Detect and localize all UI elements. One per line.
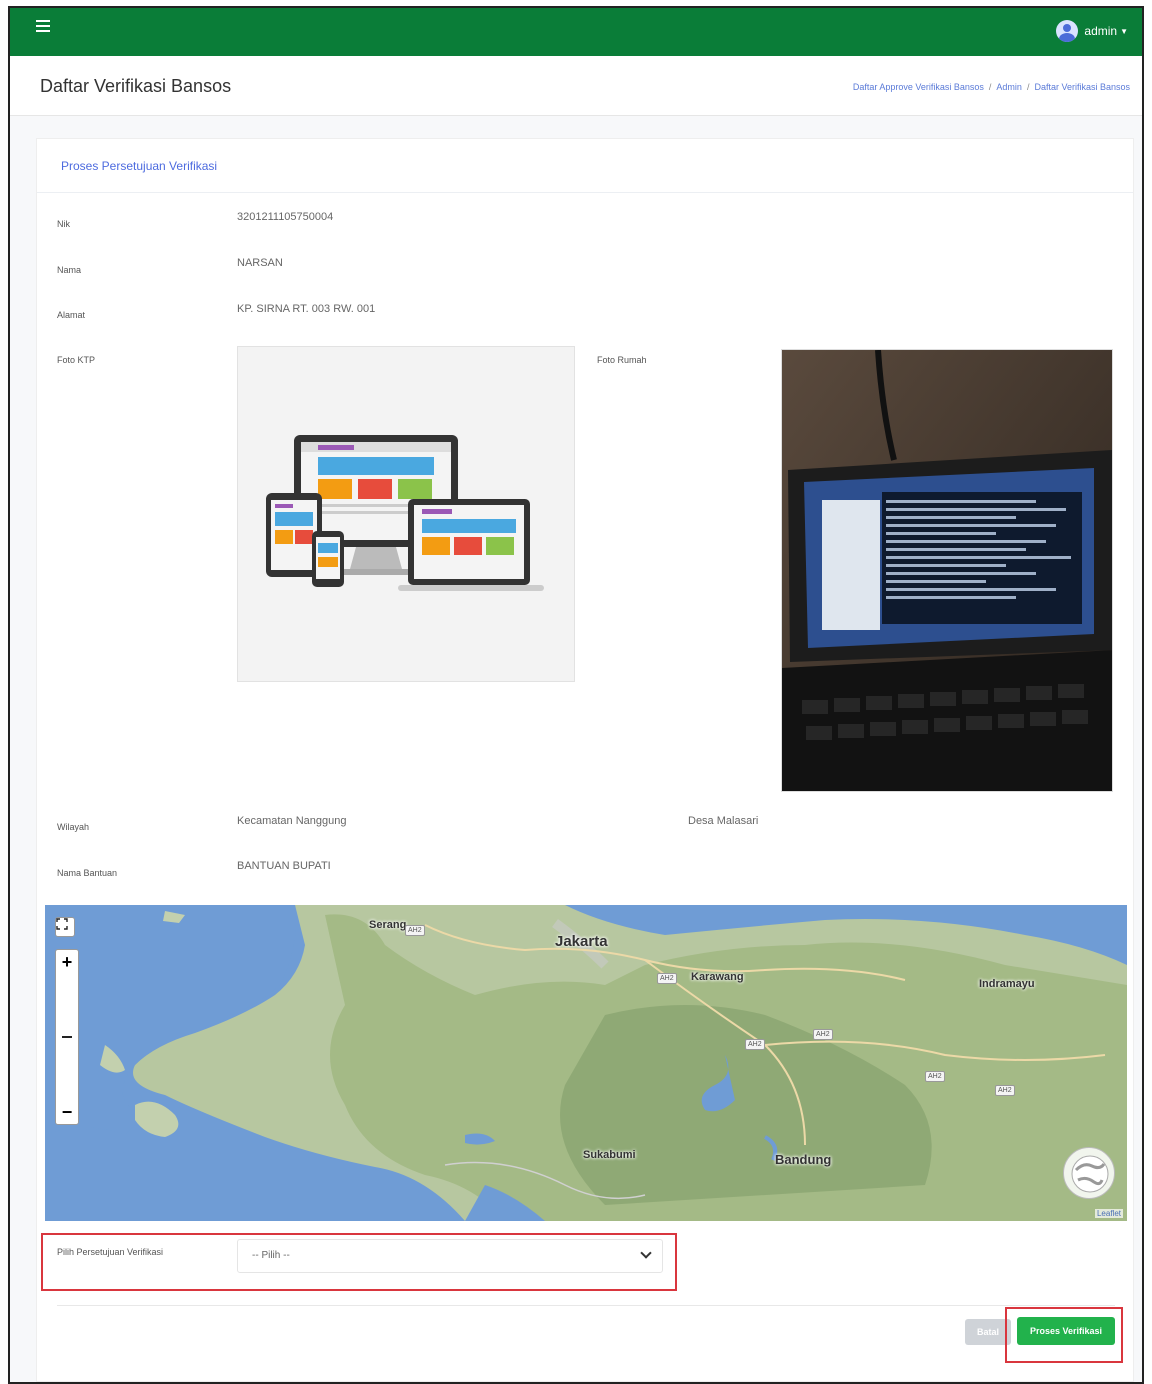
nama-label: Nama [57, 265, 82, 275]
map-place-bandung: Bandung [775, 1152, 832, 1167]
approval-select[interactable]: -- Pilih -- [237, 1239, 663, 1273]
desa-value: Desa Malasari [688, 815, 759, 827]
map-place-sukabumi: Sukabumi [583, 1149, 636, 1161]
location-map[interactable]: Serang Jakarta Karawang Indramayu Sukabu… [45, 905, 1127, 1221]
caret-down-icon: ▼ [1120, 26, 1128, 36]
zoom-in-button[interactable]: + [62, 950, 73, 974]
breadcrumb: Daftar Approve Verifikasi Bansos / Admin / D… [853, 82, 1130, 92]
page-title: Daftar Verifikasi Bansos [40, 76, 232, 96]
road-shield: AH2 [405, 925, 425, 936]
page-header: Daftar Verifikasi Bansos Daftar Approve … [10, 56, 1142, 116]
breadcrumb-item[interactable]: Admin [996, 82, 1022, 92]
breadcrumb-separator: / [1026, 82, 1030, 92]
card-header: Proses Persetujuan Verifikasi [37, 139, 1133, 193]
house-photo [781, 349, 1113, 792]
process-verification-button[interactable]: Proses Verifikasi [1017, 1317, 1115, 1345]
foto-rumah-label: Foto Rumah [597, 355, 647, 365]
chevron-down-icon [640, 1247, 652, 1259]
zoom-slider-handle[interactable] [62, 1036, 72, 1038]
app-window: admin ▼ Daftar Verifikasi Bansos Daftar … [8, 6, 1144, 1384]
road-shield: AH2 [925, 1071, 945, 1082]
nama-bantuan-label: Nama Bantuan [57, 868, 118, 878]
wilayah-label: Wilayah [57, 822, 90, 832]
alamat-value: KP. SIRNA RT. 003 RW. 001 [237, 303, 376, 315]
user-menu[interactable]: admin ▼ [1056, 20, 1128, 42]
road-shield: AH2 [657, 973, 677, 984]
kecamatan-value: Kecamatan Nanggung [237, 815, 347, 827]
user-avatar-icon [1056, 20, 1079, 42]
nik-value: 3201211105750004 [237, 211, 334, 223]
ktp-photo [237, 346, 575, 682]
alamat-label: Alamat [57, 310, 86, 320]
map-terrain [45, 905, 1127, 1221]
verification-card: Proses Persetujuan Verifikasi Nik 320121… [36, 138, 1134, 1382]
card-title: Proses Persetujuan Verifikasi [61, 159, 218, 173]
divider [57, 1305, 1115, 1306]
nama-value: NARSAN [237, 257, 283, 269]
zoom-control: + − [55, 949, 79, 1125]
road-shield: AH2 [995, 1085, 1015, 1096]
user-name: admin [1084, 24, 1118, 38]
devices-illustration [266, 435, 544, 591]
select-label: Pilih Persetujuan Verifikasi [57, 1247, 164, 1257]
map-place-serang: Serang [369, 919, 407, 931]
top-navbar: admin ▼ [10, 8, 1142, 56]
road-shield: AH2 [813, 1029, 833, 1040]
map-place-jakarta: Jakarta [555, 933, 608, 950]
breadcrumb-separator: / [988, 82, 992, 92]
leaflet-attribution[interactable]: Leaflet [1094, 1209, 1123, 1218]
zoom-out-button[interactable]: − [62, 1100, 73, 1124]
breadcrumb-item[interactable]: Daftar Approve Verifikasi Bansos [853, 82, 984, 92]
nama-bantuan-value: BANTUAN BUPATI [237, 860, 331, 872]
select-value: -- Pilih -- [252, 1250, 290, 1261]
road-shield: AH2 [745, 1039, 765, 1050]
globe-icon[interactable] [1063, 1147, 1115, 1199]
foto-ktp-label: Foto KTP [57, 355, 96, 365]
map-place-karawang: Karawang [691, 971, 744, 983]
nik-label: Nik [57, 219, 70, 229]
laptop-photo [782, 350, 1112, 791]
hamburger-icon[interactable] [36, 20, 50, 34]
breadcrumb-item[interactable]: Daftar Verifikasi Bansos [1034, 82, 1130, 92]
map-place-indramayu: Indramayu [979, 978, 1035, 990]
fullscreen-icon[interactable] [55, 917, 75, 937]
